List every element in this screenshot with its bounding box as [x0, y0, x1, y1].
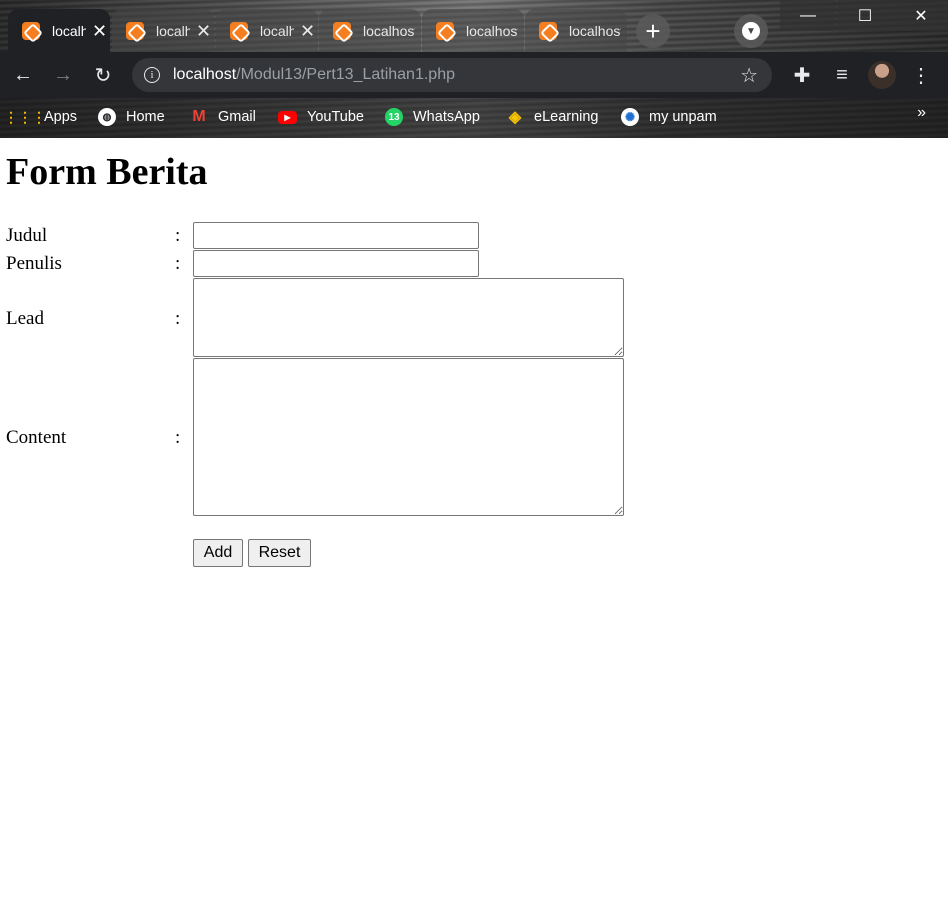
lead-textarea[interactable]	[193, 278, 624, 357]
bookmark-my-unpam[interactable]: ✺ my unpam	[621, 106, 717, 128]
close-tab-icon[interactable]: ✕	[300, 22, 315, 40]
tab-3[interactable]: localhost ✕	[216, 9, 318, 52]
judul-label: Judul	[6, 225, 48, 246]
avatar[interactable]	[868, 61, 896, 89]
page-title: Form Berita	[6, 151, 208, 193]
playlist-icon[interactable]: ≡	[829, 62, 855, 88]
add-button[interactable]: Add	[193, 539, 243, 567]
kebab-menu-icon[interactable]: ⋮	[908, 62, 934, 88]
browser-chrome: localhost ✕ localhost ✕ localhost ✕ loca…	[0, 0, 948, 138]
bookmark-home[interactable]: ◍ Home	[98, 106, 165, 128]
tab-title: localhost	[363, 22, 415, 39]
close-window-button[interactable]: ✕	[893, 0, 948, 31]
unpam-icon: ✺	[621, 108, 639, 126]
url-host: localhost	[173, 66, 237, 83]
xampp-favicon-icon	[333, 21, 351, 40]
tab-title: localhost	[260, 22, 294, 39]
bookmark-label: YouTube	[307, 109, 364, 125]
reload-icon[interactable]: ↻	[90, 62, 116, 88]
star-icon[interactable]: ☆	[740, 63, 758, 88]
xampp-favicon-icon	[436, 21, 454, 40]
bookmarks-bar: ⋮⋮⋮ Apps ◍ Home M Gmail ▶ YouTube 13 Wha…	[0, 98, 948, 138]
xampp-favicon-icon	[230, 21, 248, 40]
more-bookmarks-button[interactable]: »	[917, 104, 926, 122]
colon: :	[175, 225, 181, 246]
youtube-icon: ▶	[278, 110, 297, 124]
url-path: /Modul13/Pert13_Latihan1.php	[236, 66, 455, 83]
tab-1[interactable]: localhost ✕	[8, 9, 110, 52]
penulis-label: Penulis	[6, 253, 62, 274]
bookmark-label: my unpam	[649, 109, 717, 125]
tab-6[interactable]: localhost	[525, 9, 627, 52]
whatsapp-icon: 13	[385, 108, 403, 126]
chevron-down-icon: ▼	[742, 22, 760, 40]
bookmark-label: Gmail	[218, 109, 256, 125]
tab-title: localhost	[466, 22, 518, 39]
apps-grid-icon: ⋮⋮⋮	[4, 108, 46, 125]
xampp-favicon-icon	[22, 21, 40, 40]
content-label: Content	[6, 427, 67, 448]
puzzle-icon[interactable]: ✚	[789, 62, 815, 88]
tab-title: localhost	[156, 22, 190, 39]
bookmark-gmail[interactable]: M Gmail	[190, 106, 256, 128]
tab-4[interactable]: localhost	[319, 9, 421, 52]
close-tab-icon[interactable]: ✕	[196, 22, 211, 40]
info-icon[interactable]: i	[144, 67, 160, 83]
bookmark-label: Apps	[44, 109, 78, 125]
new-tab-button[interactable]: +	[636, 14, 670, 48]
colon: :	[175, 427, 181, 448]
page-content: Form Berita Judul : Penulis : Lead : Con…	[0, 138, 948, 916]
lead-label: Lead	[6, 308, 44, 329]
bookmark-apps[interactable]: ⋮⋮⋮ Apps	[4, 106, 78, 128]
tab-search-button[interactable]: ▼	[734, 14, 768, 48]
penulis-input[interactable]	[193, 250, 479, 277]
bookmark-label: Home	[126, 109, 165, 125]
tab-title: localhost	[52, 22, 86, 39]
tab-2[interactable]: localhost ✕	[112, 9, 214, 52]
bookmark-youtube[interactable]: ▶ YouTube	[278, 106, 364, 128]
bookmark-label: WhatsApp	[413, 109, 480, 125]
gmail-icon: M	[192, 108, 206, 125]
colon: :	[175, 253, 181, 274]
globe-icon: ◍	[98, 108, 116, 126]
xampp-favicon-icon	[126, 21, 144, 40]
address-bar[interactable]: i localhost/Modul13/Pert13_Latihan1.php …	[132, 58, 772, 92]
bookmark-whatsapp[interactable]: 13 WhatsApp	[385, 106, 480, 128]
content-textarea[interactable]	[193, 358, 624, 516]
browser-toolbar: ← → ↻ i localhost/Modul13/Pert13_Latihan…	[0, 52, 948, 98]
bookmark-elearning[interactable]: ◈ eLearning	[506, 106, 599, 128]
maximize-button[interactable]: ☐	[837, 0, 893, 31]
arrow-left-icon[interactable]: ←	[10, 62, 36, 88]
reset-button[interactable]: Reset	[248, 539, 311, 567]
tab-5[interactable]: localhost	[422, 9, 524, 52]
arrow-right-icon[interactable]: →	[50, 62, 76, 88]
colon: :	[175, 308, 181, 329]
close-tab-icon[interactable]: ✕	[92, 22, 107, 40]
xampp-favicon-icon	[539, 21, 557, 40]
tab-strip: localhost ✕ localhost ✕ localhost ✕ loca…	[0, 0, 948, 52]
tab-title: localhost	[569, 22, 621, 39]
minimize-button[interactable]: —	[780, 0, 836, 31]
elearning-icon: ◈	[508, 109, 522, 126]
judul-input[interactable]	[193, 222, 479, 249]
bookmark-label: eLearning	[534, 109, 599, 125]
